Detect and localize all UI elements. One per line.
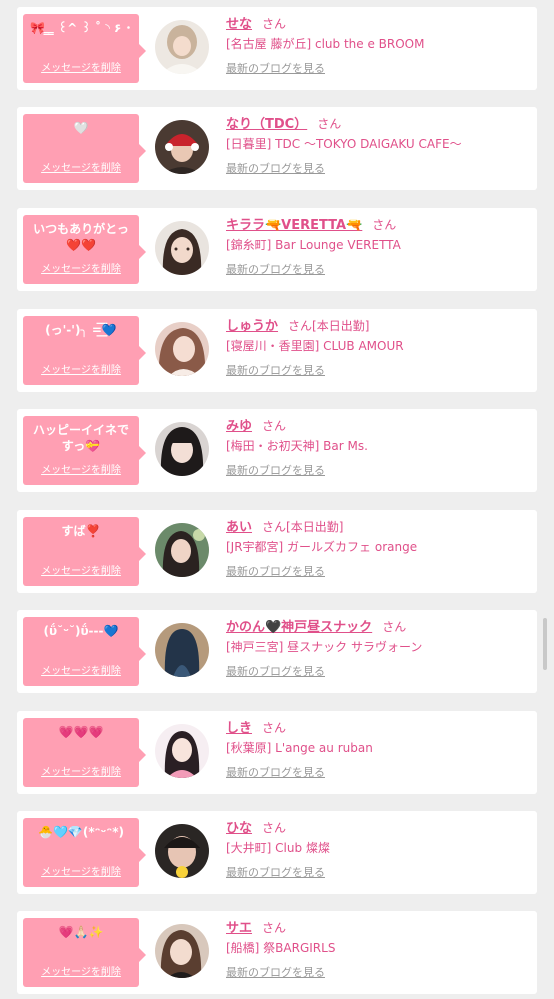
work-status: [本日出勤] — [286, 520, 344, 534]
shop-name: [錦糸町] Bar Lounge VERETTA — [226, 238, 401, 252]
message-text: ハッピーイイネですっ💝 — [32, 423, 129, 453]
latest-blog-link[interactable]: 最新のブログを見る — [226, 663, 325, 679]
latest-blog-link[interactable]: 最新のブログを見る — [226, 864, 325, 880]
message-bubble: (ΰ˘ᵕ˘)ΰ---💙 メッセージを削除 — [23, 617, 146, 686]
shop-name: [船橋] 祭BARGIRLS — [226, 941, 336, 955]
avatar[interactable] — [155, 20, 209, 74]
shop-name: [寝屋川・香里園] CLUB AMOUR — [226, 339, 404, 353]
list-item: 💗🙏🏻✨ メッセージを削除 サエ さん [船橋] 祭BARGIRLS 最新のブログ… — [17, 911, 537, 994]
message-bubble: 💗💗💗 メッセージを削除 — [23, 718, 146, 787]
list-item: 🐣🩵💎(*ᵔᵕᵔ*) メッセージを削除 ひな さん [大井町] Club 燦燦 最… — [17, 811, 537, 894]
message-bubble: 💗🙏🏻✨ メッセージを削除 — [23, 918, 146, 987]
message-bubble: いつもありがとっ❤️❤️ メッセージを削除 — [23, 215, 146, 284]
list-item: ハッピーイイネですっ💝 メッセージを削除 みゆ さん [梅田・お初天神] Bar … — [17, 409, 537, 492]
shop-name: [JR宇都宮] ガールズカフェ orange — [226, 540, 418, 554]
scrollbar[interactable] — [543, 618, 547, 670]
latest-blog-link[interactable]: 最新のブログを見る — [226, 764, 325, 780]
list-item: 🤍 メッセージを削除 なり（TDC） さん [日暮里] TDC 〜TOKYO DA… — [17, 107, 537, 190]
cast-name-link[interactable]: かのん🖤神戸昼スナック — [226, 620, 372, 635]
honorific: さん — [262, 921, 287, 935]
latest-blog-link[interactable]: 最新のブログを見る — [226, 60, 325, 76]
message-bubble: 🎀 ̳ ̳ ꒰^ ꒱ ˚ ◝ ۶ ･ メッセージを削除 — [23, 14, 146, 83]
delete-message-link[interactable]: メッセージを削除 — [23, 763, 139, 778]
honorific: さん — [317, 117, 342, 131]
message-bubble: 🐣🩵💎(*ᵔᵕᵔ*) メッセージを削除 — [23, 818, 146, 887]
honorific: さん — [262, 17, 287, 31]
avatar[interactable] — [155, 120, 209, 174]
message-bubble: ハッピーイイネですっ💝 メッセージを削除 — [23, 416, 146, 485]
message-text: 🎀 ̳ ̳ ꒰^ ꒱ ˚ ◝ ۶ ･ — [30, 21, 132, 35]
latest-blog-link[interactable]: 最新のブログを見る — [226, 160, 325, 176]
message-bubble: (っ'-')╮ =͟͟͞͞💙 メッセージを削除 — [23, 316, 146, 385]
delete-message-link[interactable]: メッセージを削除 — [23, 863, 139, 878]
message-text: 💗🙏🏻✨ — [58, 925, 104, 939]
cast-name-link[interactable]: みゆ — [226, 419, 252, 434]
list-item: (ΰ˘ᵕ˘)ΰ---💙 メッセージを削除 かのん🖤神戸昼スナック さん [神戸三宮… — [17, 610, 537, 693]
delete-message-link[interactable]: メッセージを削除 — [23, 59, 139, 74]
cast-name-link[interactable]: しゅうか — [226, 319, 278, 334]
cast-name-link[interactable]: サエ — [226, 921, 252, 936]
avatar[interactable] — [155, 422, 209, 476]
message-text: 🐣🩵💎(*ᵔᵕᵔ*) — [38, 825, 124, 839]
delete-message-link[interactable]: メッセージを削除 — [23, 662, 139, 677]
honorific: さん — [382, 620, 407, 634]
shop-name: [神戸三宮] 昼スナック サラヴォーン — [226, 640, 423, 654]
delete-message-link[interactable]: メッセージを削除 — [23, 159, 139, 174]
message-bubble: すば❣️ メッセージを削除 — [23, 517, 146, 586]
avatar[interactable] — [155, 924, 209, 978]
message-text: (っ'-')╮ =͟͟͞͞💙 — [45, 323, 117, 337]
cast-name-link[interactable]: せな — [226, 17, 252, 32]
honorific: さん — [372, 218, 397, 232]
cast-name-link[interactable]: しき — [226, 721, 252, 736]
list-item: 🎀 ̳ ̳ ꒰^ ꒱ ˚ ◝ ۶ ･ メッセージを削除 せな さん [名古屋 藤が… — [17, 7, 537, 90]
cast-name-link[interactable]: なり（TDC） — [226, 117, 307, 132]
message-text: すば❣️ — [61, 524, 101, 538]
list-item: すば❣️ メッセージを削除 あい さん[本日出勤] [JR宇都宮] ガールズカフェ… — [17, 510, 537, 593]
delete-message-link[interactable]: メッセージを削除 — [23, 461, 139, 476]
work-status: [本日出勤] — [312, 319, 370, 333]
avatar[interactable] — [155, 724, 209, 778]
delete-message-link[interactable]: メッセージを削除 — [23, 260, 139, 275]
avatar[interactable] — [155, 221, 209, 275]
message-bubble: 🤍 メッセージを削除 — [23, 114, 146, 183]
avatar[interactable] — [155, 523, 209, 577]
message-text: 🤍 — [73, 121, 89, 135]
honorific: さん — [262, 721, 287, 735]
shop-name: [秋葉原] L'ange au ruban — [226, 741, 373, 755]
latest-blog-link[interactable]: 最新のブログを見る — [226, 462, 325, 478]
latest-blog-link[interactable]: 最新のブログを見る — [226, 362, 325, 378]
list-item: (っ'-')╮ =͟͟͞͞💙 メッセージを削除 しゅうか さん[本日出勤] [寝屋… — [17, 309, 537, 392]
avatar[interactable] — [155, 623, 209, 677]
delete-message-link[interactable]: メッセージを削除 — [23, 963, 139, 978]
list-item: いつもありがとっ❤️❤️ メッセージを削除 キララ🔫VERETTA🔫 さん [錦糸… — [17, 208, 537, 291]
shop-name: [大井町] Club 燦燦 — [226, 841, 330, 855]
delete-message-link[interactable]: メッセージを削除 — [23, 562, 139, 577]
message-text: (ΰ˘ᵕ˘)ΰ---💙 — [43, 624, 119, 638]
latest-blog-link[interactable]: 最新のブログを見る — [226, 964, 325, 980]
cast-name-link[interactable]: あい — [226, 520, 252, 535]
avatar[interactable] — [155, 824, 209, 878]
message-text: 💗💗💗 — [58, 725, 104, 739]
honorific: さん — [288, 319, 313, 333]
list-item: 💗💗💗 メッセージを削除 しき さん [秋葉原] L'ange au ruban … — [17, 711, 537, 794]
honorific: さん — [262, 520, 287, 534]
latest-blog-link[interactable]: 最新のブログを見る — [226, 261, 325, 277]
honorific: さん — [262, 821, 287, 835]
shop-name: [名古屋 藤が丘] club the e BROOM — [226, 37, 425, 51]
message-text: いつもありがとっ❤️❤️ — [33, 222, 129, 252]
honorific: さん — [262, 419, 287, 433]
avatar[interactable] — [155, 322, 209, 376]
latest-blog-link[interactable]: 最新のブログを見る — [226, 563, 325, 579]
shop-name: [日暮里] TDC 〜TOKYO DAIGAKU CAFE〜 — [226, 137, 462, 151]
cast-name-link[interactable]: ひな — [226, 821, 252, 836]
cast-name-link[interactable]: キララ🔫VERETTA🔫 — [226, 218, 362, 233]
delete-message-link[interactable]: メッセージを削除 — [23, 361, 139, 376]
shop-name: [梅田・お初天神] Bar Ms. — [226, 439, 368, 453]
